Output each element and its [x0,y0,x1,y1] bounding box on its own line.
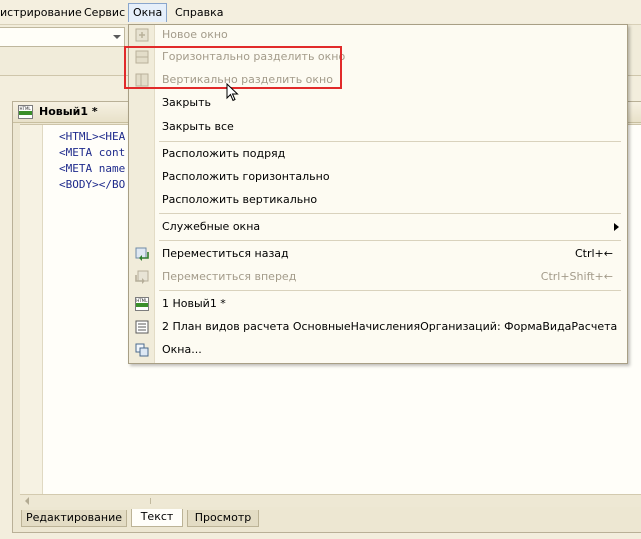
menu-item-window-2[interactable]: 2 План видов расчета ОсновныеНачисленияО… [129,317,627,337]
menu-item-label: Переместиться вперед [162,270,297,283]
editor-gutter [20,125,43,495]
menu-separator [159,141,621,142]
menu-bar: истрирование Сервис Окна Справка [0,0,641,25]
menu-help[interactable]: Справка [175,5,223,21]
svg-text:HTML: HTML [20,106,32,111]
menu-item-service-windows[interactable]: Служебные окна [129,217,627,237]
form-icon [135,320,149,334]
html-document-icon: HTML [135,297,149,311]
chevron-down-icon[interactable] [113,35,121,39]
tab-preview[interactable]: Просмотр [187,510,259,527]
menu-item-label: 2 План видов расчета ОсновныеНачисленияО… [162,320,618,333]
menu-item-move-back[interactable]: Переместиться назад Ctrl+← [129,244,627,264]
menu-separator [159,213,621,214]
menu-item-new-window[interactable]: Новое окно [129,25,627,45]
menu-item-close[interactable]: Закрыть [129,93,627,113]
menu-item-label: Окна... [162,343,202,356]
menu-item-shortcut: Ctrl+← [574,247,613,260]
menu-item-window-1[interactable]: HTML 1 Новый1 * [129,294,627,314]
toolbar-combobox[interactable] [0,27,125,47]
submenu-arrow-icon [614,223,619,231]
scroll-grip[interactable] [150,498,153,504]
code-line: <META cont [59,146,126,159]
menu-item-label: Расположить подряд [162,147,286,160]
menu-item-label: Закрыть [162,96,211,109]
code-line: <HTML><HEA [59,130,126,143]
menu-item-label: Расположить вертикально [162,193,318,206]
code-line: <META name [59,162,126,175]
new-window-icon [135,28,149,42]
tab-editing[interactable]: Редактирование [21,510,127,527]
menu-service[interactable]: Сервис [84,5,125,21]
move-forward-icon [135,270,149,284]
svg-text:HTML: HTML [136,298,148,303]
menu-item-tile-vertical[interactable]: Расположить вертикально [129,190,627,210]
menu-separator [159,290,621,291]
tab-text[interactable]: Текст [131,509,183,527]
menu-item-label: Служебные окна [162,220,261,233]
document-title: Новый1 * [39,105,98,118]
menu-item-label: Расположить горизонтально [162,170,330,183]
menu-item-windows-list[interactable]: Окна... [129,340,627,360]
html-document-icon: HTML [18,105,33,119]
code-line: <BODY></BO [59,178,126,191]
menu-item-label: Переместиться назад [162,247,289,260]
menu-administration[interactable]: истрирование [0,5,82,21]
menu-item-shortcut: Ctrl+Shift+← [540,270,613,283]
menu-item-label: Новое окно [162,28,228,41]
menu-separator [159,240,621,241]
menu-windows[interactable]: Окна [128,3,168,22]
menu-item-label: 1 Новый1 * [162,297,226,310]
menu-item-tile-horizontal[interactable]: Расположить горизонтально [129,167,627,187]
horizontal-scrollbar[interactable] [20,494,641,507]
menu-item-cascade[interactable]: Расположить подряд [129,144,627,164]
mouse-cursor-icon [226,83,239,102]
menu-item-close-all[interactable]: Закрыть все [129,117,627,137]
menu-item-move-forward[interactable]: Переместиться вперед Ctrl+Shift+← [129,267,627,287]
scroll-left-icon[interactable] [25,497,29,505]
menu-item-label: Закрыть все [162,120,234,133]
editor-tabs: Редактирование Текст Просмотр [13,507,641,531]
windows-icon [135,343,149,357]
move-back-icon [135,247,149,261]
